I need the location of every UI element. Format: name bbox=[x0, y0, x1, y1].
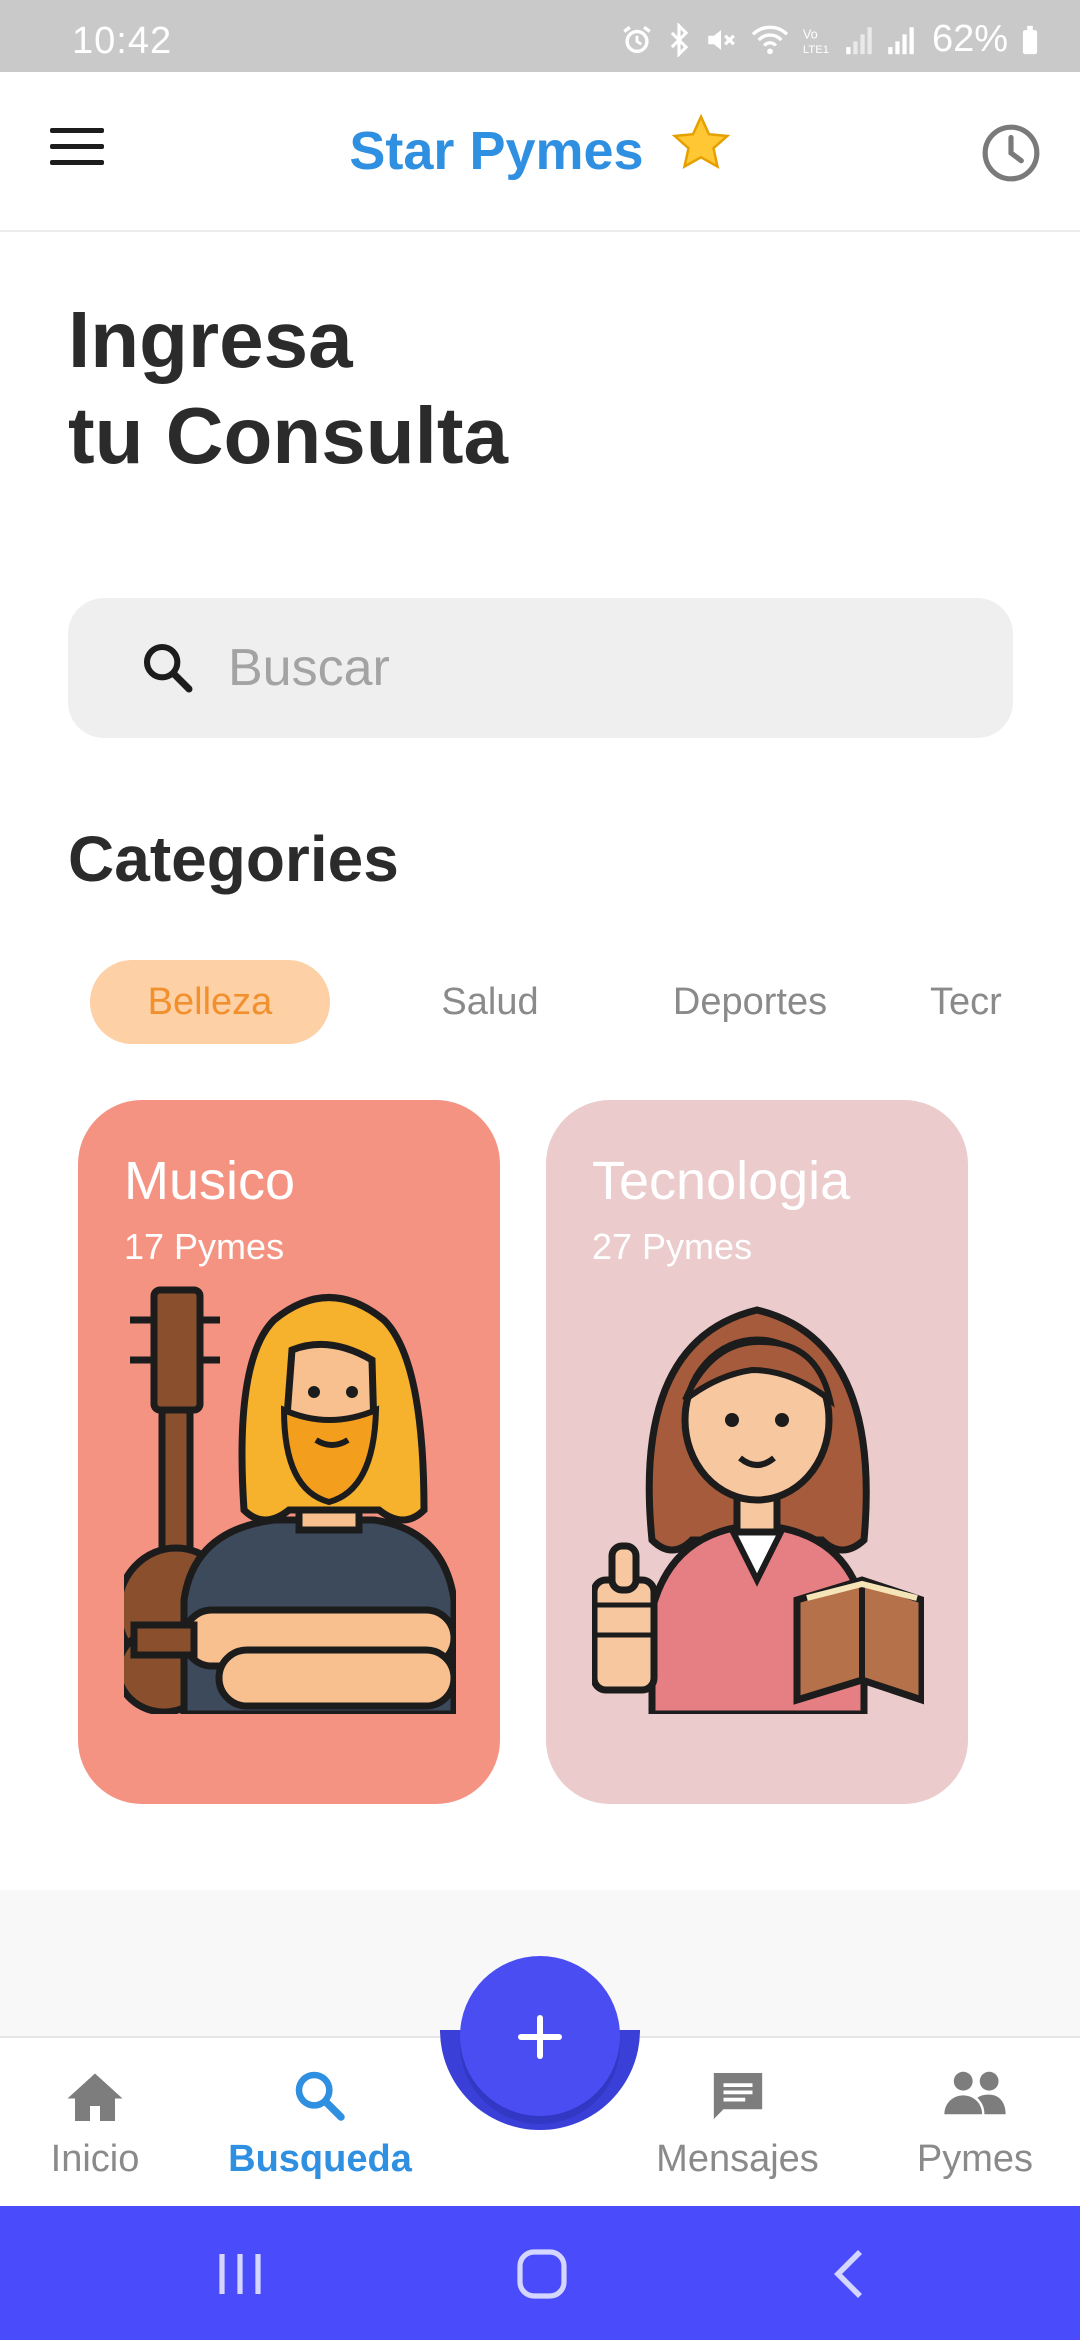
app-title: Star Pymes bbox=[0, 113, 1080, 185]
categories-heading: Categories bbox=[68, 823, 399, 895]
back-icon[interactable] bbox=[820, 2246, 880, 2302]
bluetooth-icon bbox=[670, 22, 689, 57]
page-heading: Ingresa tu Consulta bbox=[68, 292, 508, 484]
nav-label: Inicio bbox=[50, 2138, 140, 2180]
add-button[interactable] bbox=[460, 1956, 620, 2116]
card-count: 27 Pymes bbox=[592, 1226, 753, 1267]
home-outline-icon[interactable] bbox=[512, 2246, 572, 2302]
history-button[interactable] bbox=[980, 122, 1042, 184]
alarm-icon bbox=[623, 25, 651, 53]
nav-label: Pymes bbox=[916, 2138, 1034, 2180]
svg-text:LTE1: LTE1 bbox=[803, 43, 829, 55]
card-title: Tecnologia bbox=[592, 1151, 851, 1211]
volte-icon: Vo LTE1 bbox=[803, 26, 829, 55]
nav-busqueda[interactable]: Busqueda bbox=[220, 2038, 420, 2208]
nav-pymes[interactable]: Pymes bbox=[900, 2038, 1050, 2208]
nav-label: Mensajes bbox=[656, 2138, 819, 2180]
card-title: Musico bbox=[124, 1151, 296, 1211]
status-time: 10:42 bbox=[72, 20, 173, 62]
chip-belleza[interactable]: Belleza bbox=[90, 960, 330, 1044]
people-icon bbox=[944, 2071, 1006, 2115]
signal-icon bbox=[846, 26, 872, 54]
history-icon bbox=[982, 124, 1040, 182]
system-nav-bar bbox=[0, 2206, 1080, 2340]
status-icons: Vo LTE1 62% bbox=[620, 18, 1040, 61]
category-card-musico[interactable]: Musico 17 Pymes bbox=[78, 1100, 500, 1804]
woman-with-book-illustration bbox=[592, 1306, 924, 1714]
nav-label: Busqueda bbox=[228, 2138, 412, 2180]
svg-text:Vo: Vo bbox=[803, 26, 818, 41]
chip-deportes[interactable]: Deportes bbox=[620, 960, 880, 1044]
category-chips: Belleza Salud Deportes Tecr bbox=[90, 960, 1010, 1044]
card-count: 17 Pymes bbox=[124, 1226, 285, 1267]
page-heading-line-1: Ingresa bbox=[68, 295, 353, 384]
chip-salud[interactable]: Salud bbox=[390, 960, 590, 1044]
search-icon bbox=[295, 2071, 345, 2121]
search-icon bbox=[143, 643, 193, 693]
guitarist-illustration bbox=[124, 1286, 456, 1714]
chip-tecnologia[interactable]: Tecr bbox=[930, 960, 1010, 1044]
recents-icon[interactable] bbox=[210, 2246, 270, 2302]
category-card-tecnologia[interactable]: Tecnologia 27 Pymes bbox=[546, 1100, 968, 1804]
search-box[interactable] bbox=[68, 598, 1013, 738]
nav-mensajes[interactable]: Mensajes bbox=[640, 2038, 835, 2208]
status-bar: 10:42 Vo LTE1 62% bbox=[0, 0, 1080, 72]
battery-icon bbox=[1022, 25, 1038, 54]
chat-icon bbox=[713, 2073, 762, 2119]
app-title-text: Star Pymes bbox=[349, 121, 644, 181]
home-icon bbox=[67, 2073, 123, 2121]
page-heading-line-2: tu Consulta bbox=[68, 391, 508, 480]
search-input[interactable] bbox=[228, 628, 968, 708]
signal-icon bbox=[888, 26, 914, 54]
mute-icon bbox=[708, 29, 735, 50]
app-header: Star Pymes bbox=[0, 72, 1080, 232]
nav-inicio[interactable]: Inicio bbox=[20, 2038, 170, 2208]
wifi-icon bbox=[751, 25, 789, 54]
battery-percent: 62% bbox=[931, 18, 1008, 60]
star-icon bbox=[671, 113, 731, 185]
